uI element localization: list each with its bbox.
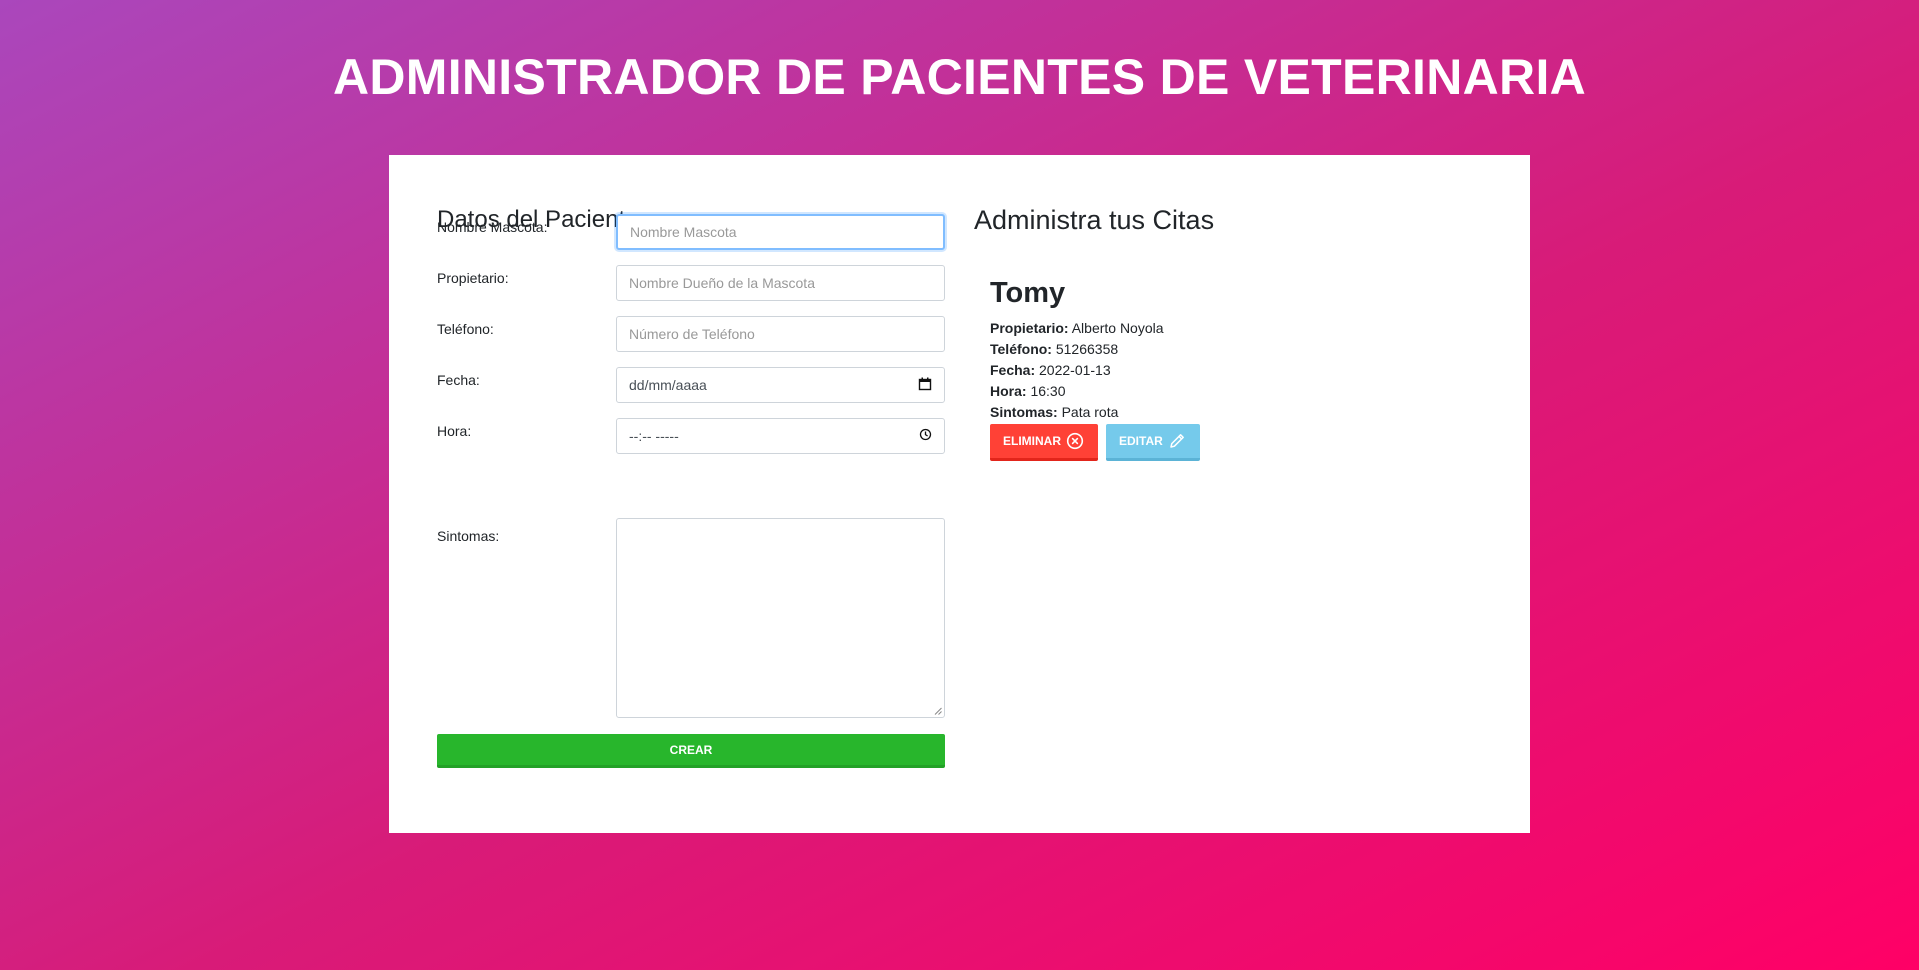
appointment-card: Tomy Propietario: Alberto Noyola Teléfon…: [990, 275, 1430, 461]
appointment-date: Fecha: 2022-01-13: [990, 360, 1430, 381]
edit-button[interactable]: EDITAR: [1106, 424, 1200, 461]
owner-value: Alberto Noyola: [1071, 320, 1164, 336]
phone-placeholder: Número de Teléfono: [629, 326, 755, 342]
phone-input[interactable]: Número de Teléfono: [616, 316, 945, 352]
appointment-pet-name: Tomy: [990, 277, 1066, 309]
symptoms-textarea[interactable]: [616, 518, 945, 718]
appointment-owner: Propietario: Alberto Noyola: [990, 318, 1430, 339]
time-field-label: Hora:: [990, 383, 1027, 399]
list-title: Administra tus Citas: [974, 205, 1215, 235]
date-value: 2022-01-13: [1039, 362, 1111, 378]
appointment-details: Propietario: Alberto Noyola Teléfono: 51…: [990, 318, 1430, 423]
owner-input[interactable]: Nombre Dueño de la Mascota: [616, 265, 945, 301]
symptoms-field-label: Sintomas:: [990, 404, 1058, 420]
delete-button-label: ELIMINAR: [1003, 434, 1061, 448]
date-label: Fecha:: [437, 372, 480, 388]
pencil-icon: [1170, 434, 1184, 448]
pet-name-label: Nombre Mascota:: [437, 219, 548, 235]
page-title: ADMINISTRADOR DE PACIENTES DE VETERINARI…: [332, 49, 1587, 105]
phone-label: Teléfono:: [437, 321, 494, 337]
symptoms-value: Pata rota: [1061, 404, 1119, 420]
appointment-phone: Teléfono: 51266358: [990, 339, 1430, 360]
date-field-label: Fecha:: [990, 362, 1036, 378]
owner-placeholder: Nombre Dueño de la Mascota: [629, 275, 815, 291]
symptoms-label: Sintomas:: [437, 528, 500, 544]
delete-button[interactable]: ELIMINAR: [990, 424, 1098, 461]
phone-value: 51266358: [1055, 341, 1119, 357]
time-placeholder: --:-- -----: [629, 428, 679, 444]
main-card: Datos del Paciente Nombre Mascota: Nombr…: [389, 155, 1530, 833]
date-input[interactable]: dd/mm/aaaa: [616, 367, 945, 403]
owner-field-label: Propietario:: [990, 320, 1069, 336]
appointment-actions: ELIMINAR EDITAR: [990, 424, 1430, 461]
date-placeholder: dd/mm/aaaa: [629, 377, 707, 393]
clock-icon[interactable]: [919, 428, 932, 444]
owner-label: Propietario:: [437, 270, 509, 286]
create-button[interactable]: CREAR: [437, 734, 945, 768]
time-input[interactable]: --:-- -----: [616, 418, 945, 454]
edit-button-label: EDITAR: [1119, 434, 1163, 448]
appointment-time: Hora: 16:30: [990, 381, 1430, 402]
time-label: Hora:: [437, 423, 472, 439]
time-value: 16:30: [1030, 383, 1066, 399]
appointment-symptoms: Sintomas: Pata rota: [990, 402, 1430, 423]
pet-name-input[interactable]: Nombre Mascota: [616, 214, 945, 250]
phone-field-label: Teléfono:: [990, 341, 1052, 357]
pet-name-placeholder: Nombre Mascota: [630, 224, 737, 240]
calendar-icon[interactable]: [918, 377, 932, 394]
resize-handle-icon[interactable]: [934, 707, 942, 715]
x-circle-icon: [1066, 432, 1084, 450]
